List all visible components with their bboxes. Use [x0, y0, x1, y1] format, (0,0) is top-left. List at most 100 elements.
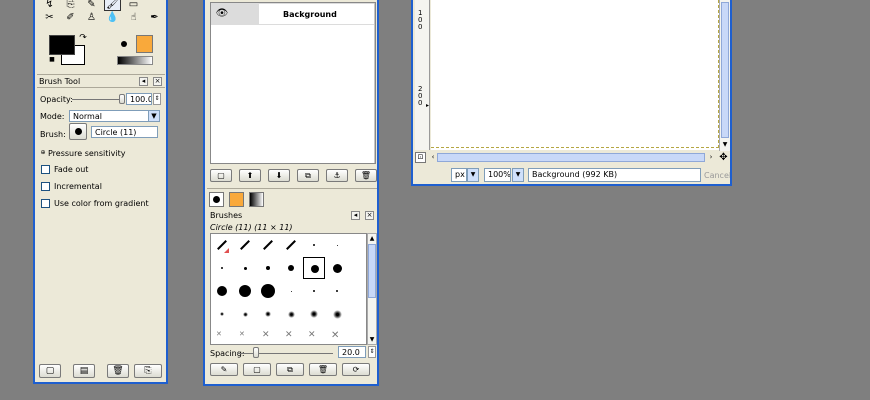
brush-cell[interactable] — [257, 234, 279, 256]
raise-layer-button[interactable]: ⬆ — [239, 169, 261, 182]
brush-cell[interactable] — [211, 280, 233, 302]
cancel-button[interactable]: Cancel — [704, 171, 730, 180]
brush-cell[interactable] — [257, 257, 279, 279]
vertical-scrollbar[interactable]: ▼ — [719, 0, 730, 151]
blur-tool-icon[interactable]: 💧 — [104, 12, 121, 24]
airbrush-tool-icon[interactable]: ✐ — [62, 12, 79, 24]
layer-row[interactable]: 👁 Background — [211, 3, 375, 25]
brush-cell[interactable] — [280, 257, 302, 279]
spacing-slider-thumb[interactable] — [253, 347, 260, 358]
path-tool-icon[interactable]: ↯ — [41, 0, 58, 11]
brush-cell[interactable] — [234, 234, 256, 256]
brush-cell[interactable] — [303, 280, 325, 302]
brush-cell[interactable] — [303, 303, 325, 325]
brush-cell[interactable]: ✕ — [234, 326, 256, 344]
brush-pattern-gradient-area[interactable] — [115, 35, 155, 65]
tool-options-close-icon[interactable]: × — [153, 77, 162, 86]
brush-cell[interactable] — [280, 280, 302, 302]
brush-cell[interactable] — [326, 303, 348, 325]
v-scroll-thumb[interactable] — [721, 2, 729, 138]
brush-cell[interactable] — [234, 280, 256, 302]
fg-color-swatch[interactable] — [49, 35, 75, 55]
zoom-select[interactable]: 100% — [484, 168, 511, 182]
spacing-input[interactable]: 20.0 — [338, 346, 366, 358]
gradient-checkbox[interactable] — [41, 199, 50, 208]
active-pattern-preview[interactable] — [136, 35, 153, 53]
pressure-sensitivity-label[interactable]: Pressure sensitivity — [48, 149, 125, 158]
brush-cell[interactable] — [326, 257, 348, 279]
scroll-right-icon[interactable]: › — [707, 152, 715, 163]
opacity-input[interactable]: 100.0 — [126, 93, 152, 105]
brush-cell[interactable]: ✕ — [303, 326, 325, 344]
brush-preview-button[interactable] — [69, 123, 87, 140]
chevron-down-icon[interactable]: ▼ — [512, 168, 524, 182]
h-scroll-thumb[interactable] — [437, 153, 705, 162]
brush-cell[interactable] — [211, 303, 233, 325]
gradients-tab[interactable] — [249, 192, 264, 207]
restore-options-button[interactable]: ▤ — [73, 364, 95, 378]
dodge-tool-icon[interactable]: ✒ — [146, 12, 163, 24]
smudge-tool-icon[interactable]: ☝ — [125, 12, 142, 24]
brush-cell[interactable]: ✕ — [211, 326, 233, 344]
brush-cell[interactable] — [257, 280, 279, 302]
save-options-button[interactable]: ▢ — [39, 364, 61, 378]
spacing-spin-icon[interactable]: ⇕ — [368, 346, 376, 358]
active-gradient-preview[interactable] — [117, 56, 153, 65]
swap-colors-icon[interactable]: ↷ — [79, 33, 87, 42]
navigate-icon[interactable]: ✥ — [718, 152, 729, 163]
delete-brush-button[interactable]: 🗑 — [309, 363, 337, 376]
delete-options-button[interactable]: 🗑 — [107, 364, 129, 378]
brushes-close-icon[interactable]: × — [365, 211, 374, 220]
brush-cell[interactable] — [211, 234, 233, 256]
quick-mask-icon[interactable]: ⊡ — [415, 152, 426, 163]
opacity-slider-thumb[interactable] — [119, 94, 125, 104]
refresh-brushes-button[interactable]: ⟳ — [342, 363, 370, 376]
reset-options-button[interactable]: ⎘ — [134, 364, 162, 378]
brush-cell[interactable] — [211, 257, 233, 279]
layer-name[interactable]: Background — [283, 10, 337, 19]
brush-cell[interactable]: ✕ — [257, 326, 279, 344]
fg-bg-color-area[interactable]: ↷ ■ — [48, 33, 89, 65]
opacity-spin-icon[interactable]: ⇕ — [153, 93, 161, 105]
brush-cell[interactable] — [303, 257, 325, 279]
anchor-layer-button[interactable]: ⚓ — [326, 169, 348, 182]
fade-out-checkbox[interactable] — [41, 165, 50, 174]
clone-tool-icon[interactable]: ⎘ — [62, 0, 79, 11]
edit-brush-button[interactable]: ✎ — [210, 363, 238, 376]
scroll-down-icon[interactable]: ▼ — [721, 140, 729, 149]
brush-grid-scrollbar[interactable]: ▲ ▼ — [367, 233, 377, 345]
new-brush-button[interactable]: ▢ — [243, 363, 271, 376]
scroll-thumb[interactable] — [368, 244, 376, 298]
mode-select[interactable]: Normal — [69, 110, 149, 122]
eye-visibility-icon[interactable]: 👁 — [215, 8, 229, 20]
layers-scrollbar[interactable] — [374, 3, 375, 163]
tool-options-menu-icon[interactable]: ◂ — [139, 77, 148, 86]
brush-cell[interactable] — [234, 257, 256, 279]
duplicate-layer-button[interactable]: ⧉ — [297, 169, 319, 182]
brush-cell[interactable]: ✕ — [280, 326, 302, 344]
ink-tool-icon[interactable]: ♙ — [83, 12, 100, 24]
pressure-expander-icon[interactable]: ⊕ — [40, 150, 46, 156]
patterns-tab[interactable] — [229, 192, 244, 207]
canvas-area[interactable] — [431, 0, 719, 150]
spacing-slider-track[interactable] — [237, 353, 333, 354]
brush-cell[interactable] — [326, 280, 348, 302]
opacity-slider-track[interactable] — [72, 99, 122, 100]
heal-tool-icon[interactable]: ✂ — [41, 12, 58, 24]
default-colors-icon[interactable]: ■ — [48, 56, 56, 64]
unit-select[interactable]: px — [451, 168, 467, 182]
brush-cell[interactable] — [303, 234, 325, 256]
eraser-tool-icon[interactable]: ▭ — [125, 0, 142, 11]
lower-layer-button[interactable]: ⬇ — [268, 169, 290, 182]
brush-cell[interactable] — [257, 303, 279, 325]
scroll-left-icon[interactable]: ‹ — [429, 152, 437, 163]
delete-layer-button[interactable]: 🗑 — [355, 169, 377, 182]
pencil-tool-icon[interactable]: ✎ — [83, 0, 100, 11]
brushes-tab[interactable] — [209, 192, 224, 207]
brush-cell[interactable] — [326, 234, 348, 256]
duplicate-brush-button[interactable]: ⧉ — [276, 363, 304, 376]
brushes-menu-icon[interactable]: ◂ — [351, 211, 360, 220]
incremental-checkbox[interactable] — [41, 182, 50, 191]
new-layer-button[interactable]: ▢ — [210, 169, 232, 182]
brush-cell[interactable] — [234, 303, 256, 325]
